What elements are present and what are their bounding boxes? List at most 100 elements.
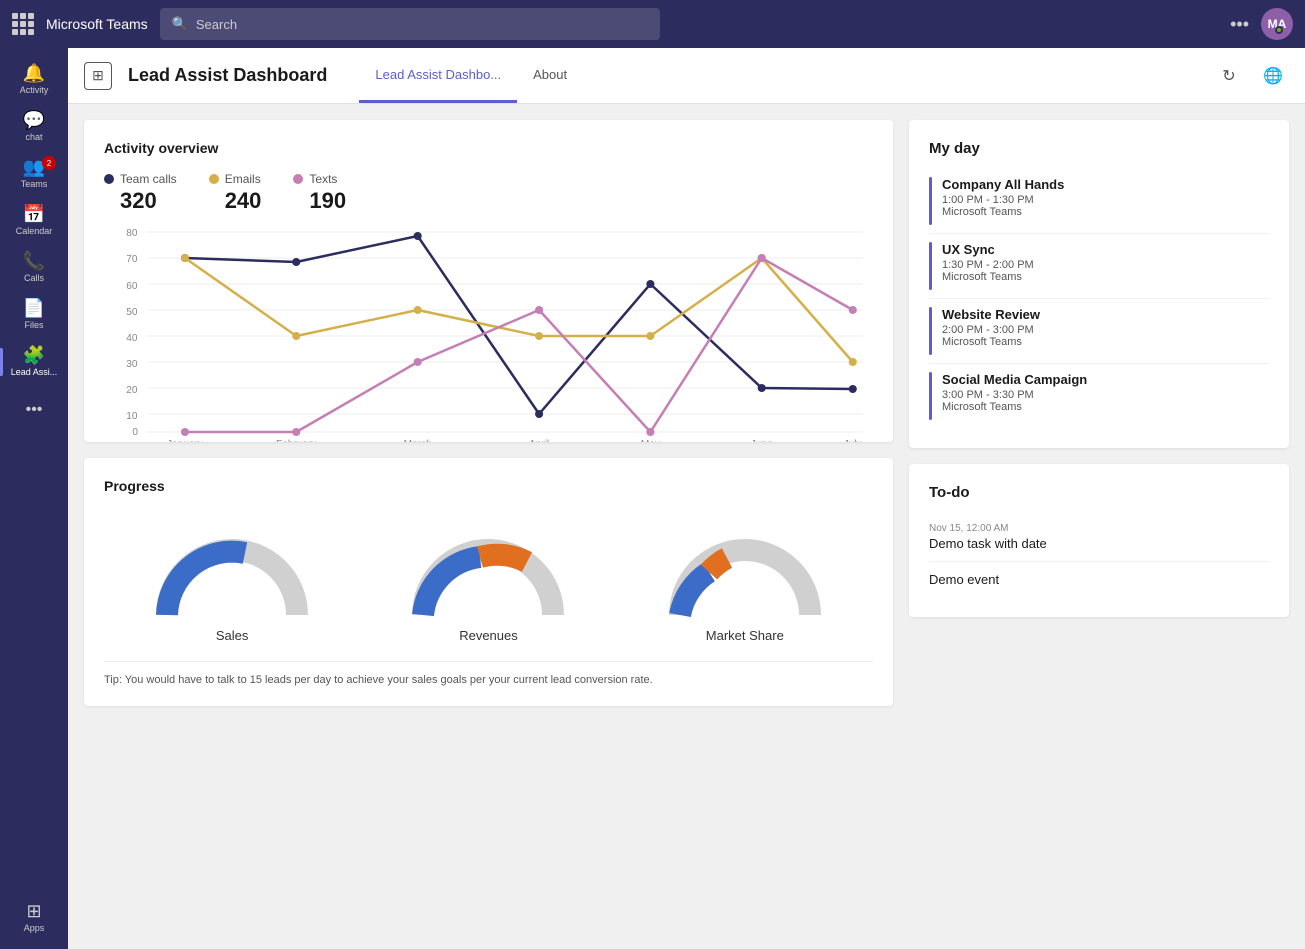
event-bar — [929, 307, 932, 355]
event-platform-1: Microsoft Teams — [942, 271, 1269, 283]
sidebar-label-files: Files — [24, 320, 43, 330]
app-grid[interactable] — [12, 13, 34, 35]
event-name-3: Social Media Campaign — [942, 372, 1269, 387]
gauge-revenues: Revenues — [408, 530, 568, 643]
my-day-title: My day — [929, 140, 1269, 157]
sidebar-item-calendar[interactable]: 📅 Calendar — [0, 197, 68, 244]
refresh-button[interactable]: ↻ — [1213, 60, 1245, 92]
globe-button[interactable]: 🌐 — [1257, 60, 1289, 92]
svg-text:40: 40 — [126, 333, 138, 344]
events-list: Company All Hands 1:00 PM - 1:30 PM Micr… — [929, 169, 1269, 428]
emails-dot — [209, 174, 219, 184]
event-platform-3: Microsoft Teams — [942, 401, 1269, 413]
calls-icon: 📞 — [23, 252, 45, 270]
activity-title: Activity overview — [104, 140, 873, 156]
tab-dashboard[interactable]: Lead Assist Dashbo... — [359, 48, 517, 103]
svg-text:April: April — [529, 439, 549, 442]
event-ux-sync: UX Sync 1:30 PM - 2:00 PM Microsoft Team… — [929, 234, 1269, 299]
svg-text:70: 70 — [126, 254, 138, 265]
progress-title: Progress — [104, 478, 873, 494]
legend-texts: Texts 190 — [293, 172, 346, 214]
event-name-1: UX Sync — [942, 242, 1269, 257]
texts-label: Texts — [309, 172, 337, 186]
right-panel: My day Company All Hands 1:00 PM - 1:30 … — [909, 120, 1289, 933]
texts-value: 190 — [309, 188, 346, 214]
svg-text:February: February — [276, 439, 316, 442]
event-bar — [929, 177, 932, 225]
search-placeholder: Search — [196, 17, 237, 32]
more-icon: ••• — [18, 393, 51, 427]
app-title: Microsoft Teams — [46, 16, 148, 32]
chart-svg: 80 70 60 50 40 30 20 10 0 — [104, 222, 873, 442]
titlebar: Microsoft Teams 🔍 Search ••• MA — [0, 0, 1305, 48]
tip-text: Tip: You would have to talk to 15 leads … — [104, 661, 873, 686]
gauge-sales: Sales — [152, 530, 312, 643]
svg-text:July: July — [844, 439, 862, 442]
sidebar-label-calendar: Calendar — [16, 226, 53, 236]
revenues-label: Revenues — [459, 628, 518, 643]
my-day-card: My day Company All Hands 1:00 PM - 1:30 … — [909, 120, 1289, 448]
left-panel: Activity overview Team calls 320 — [84, 120, 893, 933]
page-header: ⊞ Lead Assist Dashboard Lead Assist Dash… — [68, 48, 1305, 104]
sidebar-item-calls[interactable]: 📞 Calls — [0, 244, 68, 291]
sidebar-top: 🔔 Activity 💬 chat 👥 Teams 2 📅 Calendar 📞… — [0, 56, 68, 435]
sidebar-label-lead-assist: Lead Assi... — [11, 367, 58, 377]
event-platform-2: Microsoft Teams — [942, 336, 1269, 348]
svg-text:30: 30 — [126, 359, 138, 370]
event-bar — [929, 372, 932, 420]
sales-label: Sales — [216, 628, 249, 643]
files-icon: 📄 — [23, 299, 45, 317]
progress-gauges: Sales Revenues — [104, 510, 873, 653]
sidebar-item-teams[interactable]: 👥 Teams 2 — [0, 150, 68, 197]
page-icon: ⊞ — [84, 62, 112, 90]
todo-name-1: Demo event — [929, 572, 1269, 587]
sidebar-item-lead-assist[interactable]: 🧩 Lead Assi... — [0, 338, 68, 385]
team-calls-label: Team calls — [120, 172, 177, 186]
event-bar — [929, 242, 932, 290]
team-calls-dot — [104, 174, 114, 184]
sidebar-item-files[interactable]: 📄 Files — [0, 291, 68, 338]
titlebar-right: ••• MA — [1230, 8, 1293, 40]
event-time-2: 2:00 PM - 3:00 PM — [942, 324, 1269, 336]
svg-text:20: 20 — [126, 385, 138, 396]
sidebar-item-chat[interactable]: 💬 chat — [0, 103, 68, 150]
svg-text:January: January — [167, 439, 203, 442]
page-header-right: ↻ 🌐 — [1213, 60, 1289, 92]
search-bar[interactable]: 🔍 Search — [160, 8, 660, 40]
search-icon: 🔍 — [172, 16, 188, 32]
activity-overview-card: Activity overview Team calls 320 — [84, 120, 893, 442]
svg-text:50: 50 — [126, 307, 138, 318]
todo-date-0: Nov 15, 12:00 AM — [929, 523, 1269, 534]
todo-item-0: Nov 15, 12:00 AM Demo task with date — [929, 513, 1269, 562]
event-time-0: 1:00 PM - 1:30 PM — [942, 194, 1269, 206]
event-platform-0: Microsoft Teams — [942, 206, 1269, 218]
sidebar: 🔔 Activity 💬 chat 👥 Teams 2 📅 Calendar 📞… — [0, 48, 68, 949]
sidebar-item-more[interactable]: ••• — [0, 385, 68, 435]
chat-icon: 💬 — [23, 111, 45, 129]
avatar[interactable]: MA — [1261, 8, 1293, 40]
sidebar-label-activity: Activity — [20, 85, 49, 95]
sidebar-item-apps[interactable]: ⊞ Apps — [0, 894, 68, 941]
sidebar-label-calls: Calls — [24, 273, 44, 283]
event-name-0: Company All Hands — [942, 177, 1269, 192]
progress-card: Progress Sales — [84, 458, 893, 706]
grid-icon[interactable] — [12, 13, 34, 35]
event-time-3: 3:00 PM - 3:30 PM — [942, 389, 1269, 401]
sidebar-label-teams: Teams — [21, 179, 48, 189]
texts-dot — [293, 174, 303, 184]
sales-gauge-svg — [152, 530, 312, 620]
page-title: Lead Assist Dashboard — [128, 65, 327, 86]
todo-name-0: Demo task with date — [929, 536, 1269, 551]
market-share-label: Market Share — [706, 628, 784, 643]
legend-emails: Emails 240 — [209, 172, 262, 214]
lead-assist-icon: 🧩 — [23, 346, 45, 364]
emails-value: 240 — [225, 188, 262, 214]
svg-text:May: May — [641, 439, 660, 442]
more-options-icon[interactable]: ••• — [1230, 14, 1249, 35]
tab-about[interactable]: About — [517, 48, 583, 103]
calendar-icon: 📅 — [23, 205, 45, 223]
sidebar-item-activity[interactable]: 🔔 Activity — [0, 56, 68, 103]
activity-chart: 80 70 60 50 40 30 20 10 0 — [104, 222, 873, 422]
svg-text:10: 10 — [126, 411, 138, 422]
page-tabs: Lead Assist Dashbo... About — [359, 48, 583, 103]
